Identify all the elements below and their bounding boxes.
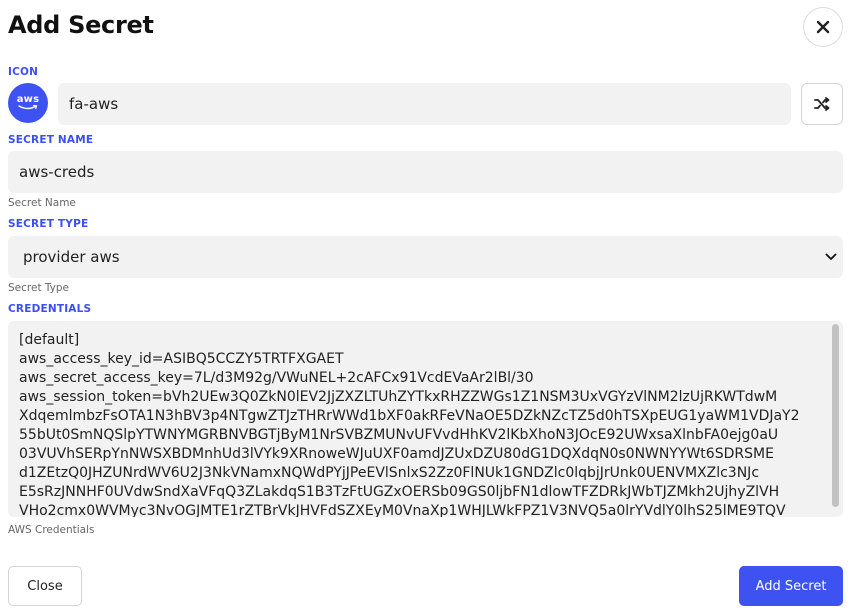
shuffle-icon [814,97,830,111]
aws-logo-text: aws [16,94,40,105]
aws-icon: aws [8,83,48,123]
credentials-scrollbar-thumb[interactable] [832,324,839,507]
x-icon [816,20,830,34]
secret-name-hint: Secret Name [8,197,76,209]
credentials-textarea[interactable]: [default] aws_access_key_id=ASIBQ5CCZY5T… [8,321,843,517]
aws-smile-icon [18,105,38,110]
chevron-down-icon [825,253,837,260]
secret-name-label: SECRET NAME [8,134,94,146]
icon-input[interactable]: fa-aws [58,83,791,125]
secret-type-hint: Secret Type [8,282,70,294]
icon-label: ICON [8,66,39,78]
randomize-icon-button[interactable] [801,83,843,125]
add-secret-button[interactable]: Add Secret [739,566,843,606]
credentials-text: [default] aws_access_key_id=ASIBQ5CCZY5T… [19,332,800,517]
credentials-scrollbar[interactable] [831,324,840,514]
credentials-label: CREDENTIALS [8,303,92,315]
close-button[interactable]: Close [8,566,82,606]
secret-type-label: SECRET TYPE [8,218,89,230]
secret-type-selected-value: provider aws [23,248,120,266]
dialog-close-button[interactable] [803,7,843,47]
dialog-title: Add Secret [8,11,154,39]
secret-type-select[interactable]: provider aws [8,236,843,278]
credentials-hint: AWS Credentials [8,524,95,536]
secret-name-input[interactable]: aws-creds [8,151,843,193]
